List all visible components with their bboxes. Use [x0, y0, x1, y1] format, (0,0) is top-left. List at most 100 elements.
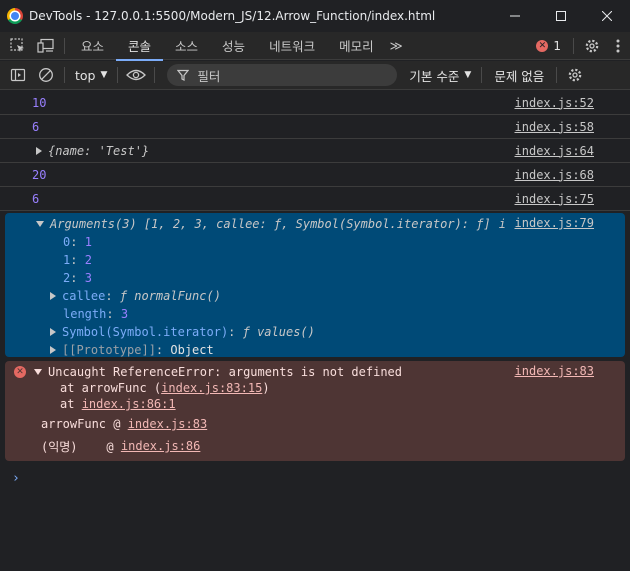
call-frame: (익명) @ index.js:86	[41, 437, 200, 455]
prop-key: 0	[63, 235, 71, 249]
stack-link[interactable]: index.js:83:15	[161, 381, 262, 395]
tab-label: 성능	[222, 39, 246, 54]
minimize-button[interactable]	[492, 0, 538, 32]
stack-text: )	[262, 381, 270, 395]
source-link[interactable]: index.js:75	[515, 192, 594, 206]
prop-value: 2	[84, 253, 92, 267]
more-tabs-icon: ≫	[389, 38, 403, 53]
toggle-sidebar-button[interactable]	[4, 61, 32, 89]
error-count-badge[interactable]: ✕ 1	[536, 39, 561, 53]
callee-property[interactable]: callee: ƒ normalFunc()	[50, 287, 221, 305]
source-link[interactable]: index.js:83	[515, 364, 594, 378]
stack-link[interactable]: index.js:86:1	[82, 397, 176, 411]
toolbar-divider	[154, 67, 156, 83]
tab-network[interactable]: 네트워크	[257, 32, 327, 60]
object-text: {name: 'Test'}	[48, 143, 150, 158]
filter-input[interactable]: 필터	[167, 64, 398, 86]
source-link[interactable]: index.js:68	[515, 168, 594, 182]
collapse-triangle-icon	[34, 369, 42, 375]
prop-value: 1	[84, 235, 92, 249]
error-count: 1	[553, 39, 561, 53]
symbol-iterator-property[interactable]: Symbol(Symbol.iterator): ƒ values()	[50, 323, 315, 341]
tab-sources[interactable]: 소스	[163, 32, 210, 60]
prop-key: 2	[63, 271, 71, 285]
prop-key: length	[63, 307, 107, 321]
prop-value: Object	[170, 343, 214, 357]
prop-key: Symbol(Symbol.iterator)	[62, 325, 229, 339]
inspect-element-button[interactable]	[4, 32, 32, 60]
tab-label: 요소	[81, 39, 105, 54]
prop-value: ƒ values()	[242, 325, 315, 339]
chrome-logo-icon	[7, 8, 23, 24]
length-property: length: 3	[63, 307, 129, 321]
window-title: DevTools - 127.0.0.1:5500/Modern_JS/12.A…	[29, 9, 436, 23]
console-settings-button[interactable]	[561, 61, 589, 89]
prop-value: 3	[84, 271, 92, 285]
tab-performance[interactable]: 성능	[210, 32, 257, 60]
arguments-header[interactable]: Arguments(3) [1, 2, 3, callee: ƒ, Symbol…	[36, 215, 506, 233]
log-value: 6	[32, 119, 40, 134]
arguments-summary: Arguments(3) [1, 2, 3, callee: ƒ, Symbol…	[50, 217, 491, 231]
minimize-icon	[510, 15, 520, 17]
prop-value: ƒ normalFunc()	[119, 289, 221, 303]
source-link[interactable]: index.js:58	[515, 120, 594, 134]
window-titlebar: DevTools - 127.0.0.1:5500/Modern_JS/12.A…	[0, 0, 630, 32]
issues-button[interactable]: 문제 없음	[494, 66, 544, 85]
close-button[interactable]	[584, 0, 630, 32]
eye-icon	[126, 69, 147, 81]
console-output: 10 index.js:52 6 index.js:58 {name: 'Tes…	[0, 91, 630, 571]
log-levels-dropdown[interactable]: 기본 수준 ▼	[409, 66, 471, 85]
prop-key: [[Prototype]]	[62, 343, 156, 357]
expand-triangle-icon	[36, 147, 42, 155]
prop-value: 3	[120, 307, 129, 321]
argument-item: 1: 2	[63, 253, 92, 267]
tab-label: 소스	[175, 39, 199, 54]
more-options-button[interactable]	[606, 32, 630, 60]
console-prompt[interactable]: ›	[12, 471, 20, 486]
stack-text: at	[60, 397, 82, 411]
source-link[interactable]: index.js:52	[515, 96, 594, 110]
log-row: {name: 'Test'} index.js:64	[0, 139, 630, 163]
device-toolbar-button[interactable]	[32, 32, 60, 60]
devtools-tabbar: 요소 콘솔 소스 성능 네트워크 메모리 ≫ ✕ 1	[0, 32, 630, 61]
chevron-down-icon: ▼	[100, 70, 108, 80]
prop-key: callee	[62, 289, 106, 303]
console-toolbar: top ▼ 필터 기본 수준 ▼ 문제 없음	[0, 61, 630, 90]
error-x-icon: ✕	[14, 366, 26, 378]
tab-elements[interactable]: 요소	[69, 32, 116, 60]
error-x-icon: ✕	[536, 40, 549, 52]
tab-memory[interactable]: 메모리	[327, 32, 386, 60]
tab-label: 콘솔	[128, 39, 152, 54]
settings-button[interactable]	[578, 32, 606, 60]
log-value: 20	[32, 167, 47, 182]
chevron-down-icon: ▼	[464, 70, 472, 80]
toolbar-divider	[556, 67, 558, 83]
prop-key: 1	[63, 253, 71, 267]
source-link[interactable]: index.js:79	[515, 216, 594, 230]
log-value: 6	[32, 191, 40, 206]
log-value: 10	[32, 95, 47, 110]
arguments-entry[interactable]: Arguments(3) [1, 2, 3, callee: ƒ, Symbol…	[5, 213, 625, 357]
object-preview[interactable]: {name: 'Test'}	[0, 144, 149, 158]
stack-line: at index.js:86:1	[60, 395, 176, 413]
source-link[interactable]: index.js:64	[515, 144, 594, 158]
filter-placeholder: 필터	[197, 68, 221, 84]
argument-item: 0: 1	[63, 235, 92, 249]
clear-console-button[interactable]	[32, 61, 60, 89]
maximize-button[interactable]	[538, 0, 584, 32]
frame-link[interactable]: index.js:83	[128, 417, 207, 431]
sidebar-icon	[10, 68, 26, 82]
tab-divider	[573, 38, 574, 54]
log-row: 6 index.js:75	[0, 187, 630, 211]
frame-link[interactable]: index.js:86	[121, 439, 200, 453]
context-selector[interactable]: top ▼	[75, 68, 107, 83]
tab-console[interactable]: 콘솔	[116, 32, 164, 61]
prototype-property[interactable]: [[Prototype]]: Object	[50, 341, 214, 359]
kebab-menu-icon	[616, 39, 620, 53]
expand-triangle-icon	[50, 328, 56, 336]
gear-icon	[585, 39, 599, 53]
live-expression-button[interactable]	[122, 61, 150, 89]
more-tabs-button[interactable]: ≫	[386, 32, 407, 60]
frame-name: arrowFunc @	[41, 417, 128, 431]
gear-icon	[568, 68, 582, 82]
